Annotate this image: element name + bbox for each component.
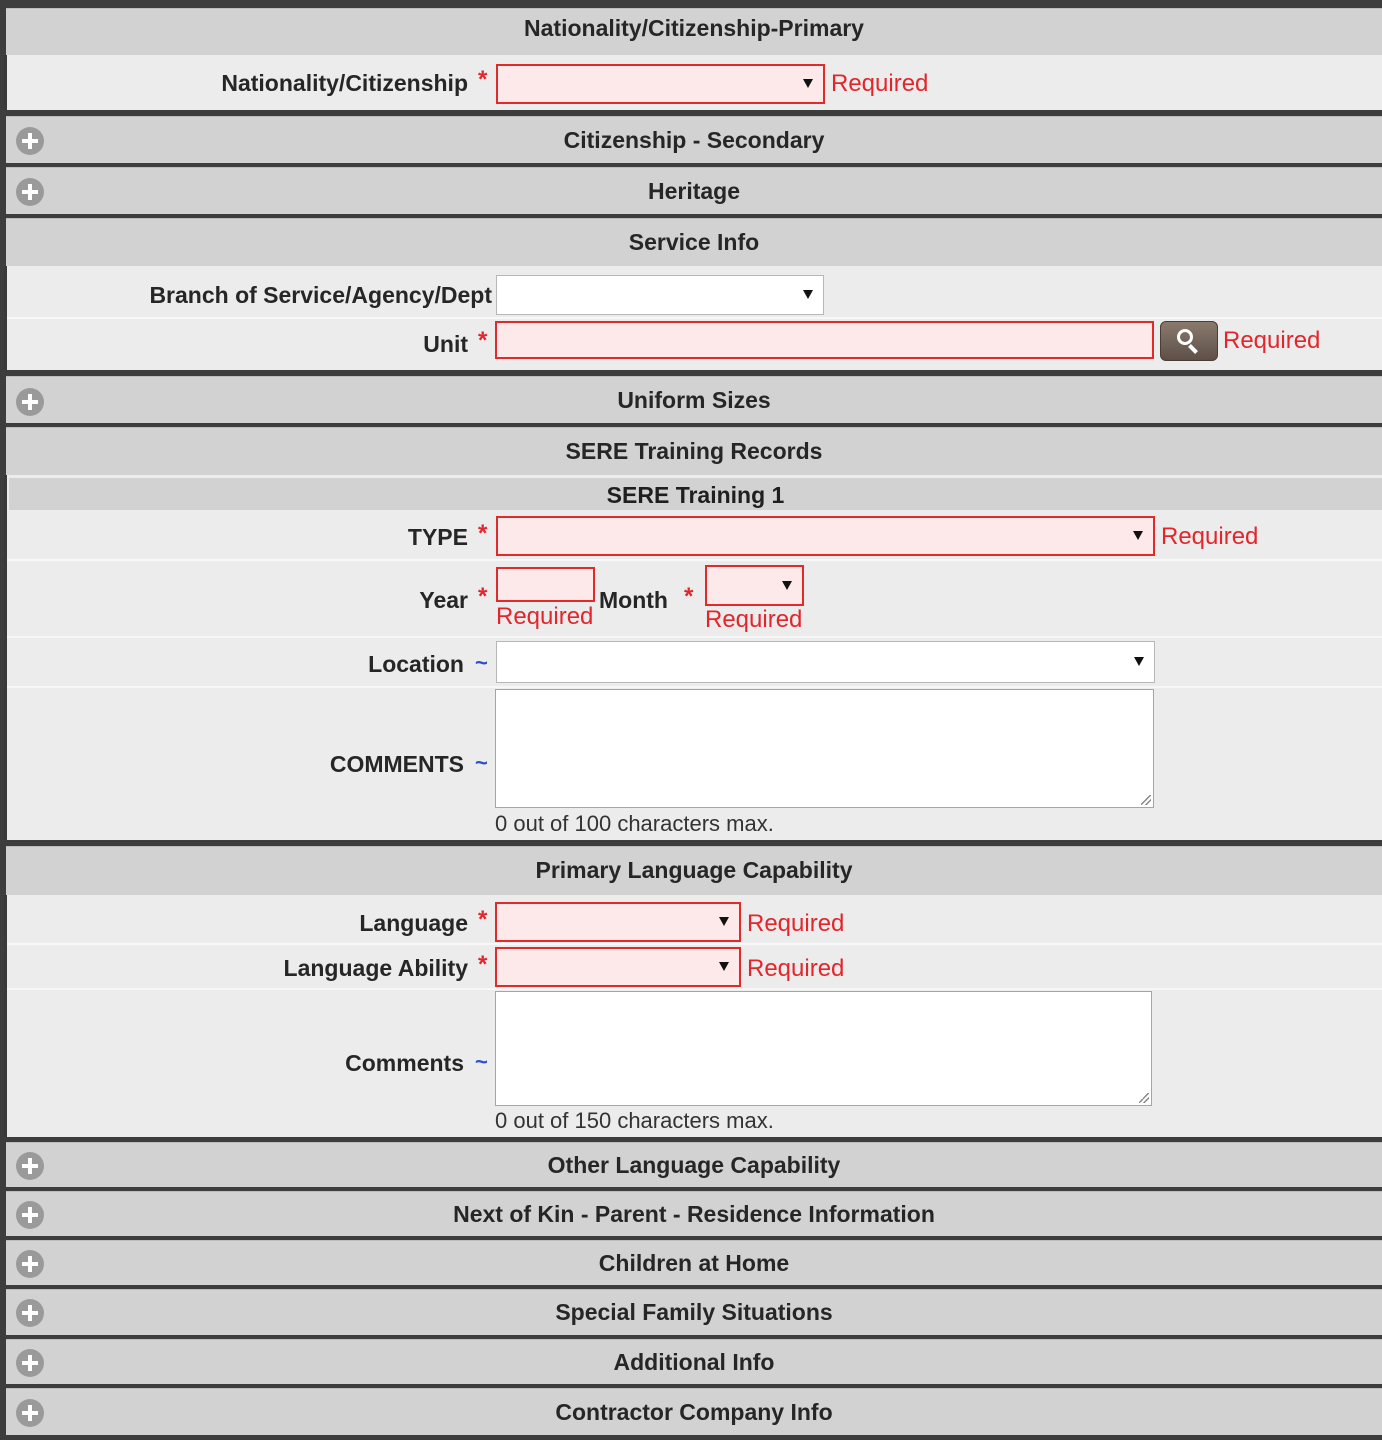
section-title: Special Family Situations [555,1299,833,1325]
character-counter: 0 out of 150 characters max. [495,1108,774,1133]
magnifier-icon [1177,329,1193,345]
required-marker: * [478,951,488,978]
chevron-down-icon [1134,657,1144,666]
section-header-children-home[interactable]: Children at Home [6,1240,1382,1285]
required-marker: * [478,520,488,547]
row-divider [7,559,1382,561]
required-message: Required [831,70,929,97]
unit-lookup-button[interactable] [1160,321,1218,361]
section-title: Citizenship - Secondary [563,127,825,153]
branch-label: Branch of Service/Agency/Dept [149,282,492,308]
chevron-down-icon [1133,531,1143,540]
section-title: Uniform Sizes [617,387,771,413]
month-label: Month [599,587,668,613]
comments-textarea[interactable] [495,689,1154,808]
required-marker: * [478,906,488,933]
row-divider [7,636,1382,638]
row-divider [7,686,1382,688]
section-header-special-family[interactable]: Special Family Situations [6,1289,1382,1335]
chevron-down-icon [803,79,813,88]
section-title: Children at Home [598,1250,790,1276]
row-divider [7,943,1382,945]
language-label: Language [359,910,468,936]
row-divider [7,988,1382,990]
required-marker: * [478,583,488,610]
required-message: Required [747,955,845,982]
location-select[interactable] [496,641,1155,683]
section-title: Other Language Capability [547,1152,841,1178]
nationality-panel: Nationality/Citizenship * Required [4,55,1382,110]
section-header-additional-info[interactable]: Additional Info [6,1339,1382,1384]
section-header-citizenship-secondary[interactable]: Citizenship - Secondary [6,116,1382,163]
required-marker: * [478,66,488,93]
year-label: Year [419,587,468,613]
comments-label: COMMENTS [329,751,464,777]
type-select[interactable] [496,516,1155,556]
sere-training-1-header: SERE Training 1 [9,478,1382,510]
magnifier-handle [1188,344,1198,354]
unit-label: Unit [423,331,468,357]
section-header-primary-language: Primary Language Capability [6,846,1382,900]
chevron-down-icon [803,290,813,299]
nationality-select[interactable] [496,64,825,104]
section-title: Nationality/Citizenship-Primary [524,15,864,41]
section-title: Additional Info [613,1349,775,1375]
chevron-down-icon [782,580,792,590]
section-header-sere-records: SERE Training Records [6,427,1382,480]
nationality-label: Nationality/Citizenship [221,70,468,96]
required-marker: * [478,327,488,354]
required-message: Required [1161,523,1259,550]
section-title: SERE Training Records [565,438,823,464]
service-info-panel: Branch of Service/Agency/Dept Unit * Req… [4,266,1382,370]
unit-input[interactable] [495,321,1154,359]
subsection-title: SERE Training 1 [606,482,785,508]
section-header-service-info: Service Info [6,218,1382,271]
section-header-other-language[interactable]: Other Language Capability [6,1142,1382,1187]
section-title: Next of Kin - Parent - Residence Informa… [453,1201,935,1227]
language-ability-label: Language Ability [283,955,468,981]
month-select[interactable] [705,565,804,606]
comments-textarea[interactable] [495,991,1152,1106]
required-marker: * [684,583,694,610]
section-header-next-of-kin[interactable]: Next of Kin - Parent - Residence Informa… [6,1191,1382,1236]
section-header-heritage[interactable]: Heritage [6,167,1382,214]
branch-select[interactable] [496,275,824,315]
language-ability-select[interactable] [495,947,741,987]
chevron-down-icon [719,917,729,926]
language-select[interactable] [495,902,741,942]
optional-marker: ~ [475,750,488,775]
row-divider [7,317,1382,319]
section-header-nationality-primary: Nationality/Citizenship-Primary [6,8,1382,60]
type-label: TYPE [407,524,468,550]
section-title: Contractor Company Info [555,1399,833,1425]
required-message: Required [747,910,845,937]
character-counter: 0 out of 100 characters max. [495,811,774,836]
chevron-down-icon [719,962,729,971]
section-title: Heritage [647,178,741,204]
primary-language-panel: Language * Required Language Ability * R… [4,895,1382,1137]
optional-marker: ~ [475,1049,488,1074]
required-message: Required [1223,327,1321,354]
required-message: Required [705,606,803,633]
required-message: Required [496,603,594,630]
section-title: Primary Language Capability [535,857,853,883]
location-label: Location [368,651,464,677]
sere-panel: SERE Training 1 TYPE * Required Year * R… [4,475,1382,840]
year-input[interactable] [496,567,595,602]
comments-label: Comments [345,1050,464,1076]
section-header-contractor-info[interactable]: Contractor Company Info [6,1388,1382,1435]
optional-marker: ~ [475,650,488,675]
section-title: Service Info [628,229,760,255]
section-header-uniform-sizes[interactable]: Uniform Sizes [6,376,1382,423]
